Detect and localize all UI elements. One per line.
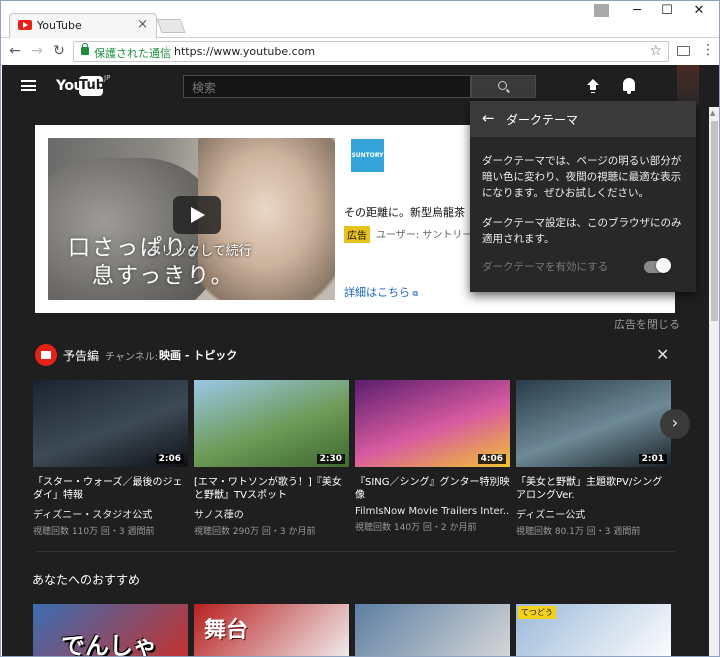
bookmark-star-icon[interactable]: ☆ (649, 43, 662, 59)
scrollbar[interactable]: ▲ (709, 107, 719, 656)
back-arrow-icon[interactable]: ← (482, 109, 495, 127)
guide-menu-icon[interactable] (21, 80, 36, 91)
youtube-page: You Tube JP 検索 口さっぱり。 息すっきり。 クリックして続行 SU… (2, 65, 719, 657)
ad-more-link[interactable]: 詳細はこちら ⧉ (344, 284, 418, 300)
avatar[interactable] (677, 65, 699, 105)
close-window-button[interactable]: ✕ (685, 3, 713, 21)
play-icon[interactable] (173, 196, 221, 234)
ad-user: ユーザー: サントリー公 (376, 230, 483, 241)
ad-title[interactable]: その距離に。新型烏龍茶 (344, 204, 465, 220)
search-icon (498, 81, 507, 90)
back-button[interactable]: ← (6, 42, 24, 60)
thumbnail-caption: でんしゃ (61, 632, 157, 657)
video-channel[interactable]: FilmIsNow Movie Trailers Inter... (355, 506, 510, 517)
shelf-channel-name[interactable]: 映画 - トピック (159, 347, 237, 363)
tab-close-icon[interactable]: × (137, 17, 148, 32)
popup-header: ← ダークテーマ (470, 101, 696, 137)
recommended-thumbnail[interactable]: 舞台 (194, 604, 349, 656)
logo-tube-text: Tube (79, 76, 114, 96)
new-tab-button[interactable] (156, 19, 186, 33)
secure-label: 保護された通信 (94, 47, 171, 60)
video-duration: 4:06 (477, 454, 506, 464)
dark-theme-popup: ← ダークテーマ ダークテーマでは、ページの明るい部分が暗い色に変わり、夜間の視… (470, 101, 696, 292)
tab-strip: YouTube × ─ ☐ ✕ (1, 1, 719, 38)
url-text[interactable]: https://www.youtube.com (174, 45, 315, 58)
tab-title: YouTube (37, 19, 82, 32)
video-thumbnail[interactable]: 2:06 (33, 380, 188, 467)
shelf-channel-label: チャンネル: (105, 352, 159, 363)
tab-youtube[interactable]: YouTube × (9, 13, 157, 38)
browser-toolbar: ← → ↻ 保護された通信 https://www.youtube.com ☆ … (1, 38, 719, 65)
recommended-thumbnail[interactable] (355, 604, 510, 656)
video-title[interactable]: 「スター・ウォーズ／最後のジェダイ」特報 (33, 476, 188, 502)
scrollbar-thumb[interactable] (711, 121, 718, 321)
browser-window: YouTube × ─ ☐ ✕ ← → ↻ 保護された通信 https://ww… (0, 0, 720, 657)
video-duration: 2:30 (316, 454, 345, 464)
address-bar[interactable]: 保護された通信 https://www.youtube.com ☆ (73, 41, 669, 62)
notifications-bell-icon[interactable] (623, 78, 635, 94)
video-title[interactable]: 『SING／シング』グンター特別映像 (355, 476, 510, 502)
clapperboard-icon[interactable] (35, 344, 57, 366)
video-card[interactable]: 2:30 [エマ・ワトソンが歌う！]『美女と野獣』TVスポット サノス葎の 視聴… (194, 380, 349, 537)
video-meta: 視聴回数 80.1万 回・3 週間前 (516, 527, 641, 537)
recommended-title: あなたへのおすすめ (32, 573, 141, 587)
video-channel[interactable]: サノス葎の (194, 506, 349, 521)
video-meta: 視聴回数 110万 回・3 週間前 (33, 527, 155, 537)
scroll-up-arrow-icon[interactable]: ▲ (710, 109, 715, 117)
thumbnail-caption: 舞台 (204, 618, 249, 643)
ad-brand-logo[interactable]: SUNTORY (351, 139, 384, 172)
search-input[interactable]: 検索 (183, 75, 471, 98)
shelf-close-icon[interactable]: ✕ (656, 345, 669, 364)
shelf-title[interactable]: 予告編 (63, 347, 99, 364)
ad-copy-line2: 息すっきり。 (92, 264, 235, 289)
forward-button[interactable]: → (28, 42, 46, 60)
external-link-icon: ⧉ (410, 289, 419, 298)
video-title[interactable]: 「美女と野獣」主題歌PV/シングアロングVer. (516, 476, 671, 502)
video-thumbnail[interactable]: 4:06 (355, 380, 510, 467)
close-ad-link[interactable]: 広告を閉じる (614, 316, 680, 332)
browser-menu-icon[interactable]: ⋮ (701, 42, 715, 58)
video-card[interactable]: 4:06 『SING／シング』グンター特別映像 FilmIsNow Movie … (355, 380, 510, 533)
section-divider (35, 551, 675, 552)
video-meta: 視聴回数 290万 回・3 か月前 (194, 527, 316, 537)
click-to-continue-label[interactable]: クリックして続行 (148, 240, 252, 259)
lock-icon (81, 43, 89, 55)
video-card[interactable]: 2:06 「スター・ウォーズ／最後のジェダイ」特報 ディズニー・スタジオ公式 視… (33, 380, 188, 537)
video-thumbnail[interactable]: 2:01 (516, 380, 671, 467)
maximize-button[interactable]: ☐ (653, 3, 681, 21)
cast-icon[interactable] (677, 46, 690, 56)
dark-theme-toggle-label: ダークテーマを有効にする (482, 261, 609, 273)
popup-description-browser: ダークテーマ設定は、このブラウザにのみ適用されます。 (482, 217, 682, 245)
video-title[interactable]: [エマ・ワトソンが歌う！]『美女と野獣』TVスポット (194, 476, 349, 502)
profile-icon[interactable] (594, 4, 609, 17)
logo-region: JP (104, 74, 111, 82)
video-duration: 2:06 (155, 454, 184, 464)
ad-video-thumbnail[interactable]: 口さっぱり。 息すっきり。 クリックして続行 (48, 138, 335, 300)
shelf-next-button[interactable]: › (660, 409, 690, 439)
ad-badge: 広告 (344, 226, 370, 243)
reload-button[interactable]: ↻ (50, 42, 68, 60)
recommended-thumbnail[interactable]: てつどう (516, 604, 671, 656)
youtube-favicon-icon (18, 20, 32, 30)
dark-theme-toggle-knob[interactable] (656, 258, 671, 273)
thumbnail-caption: てつどう (518, 606, 556, 619)
video-card[interactable]: 2:01 「美女と野獣」主題歌PV/シングアロングVer. ディズニー公式 視聴… (516, 380, 671, 537)
minimize-button[interactable]: ─ (623, 3, 651, 21)
upload-icon[interactable] (587, 79, 599, 93)
video-thumbnail[interactable]: 2:30 (194, 380, 349, 467)
video-channel[interactable]: ディズニー・スタジオ公式 (33, 506, 188, 521)
video-channel[interactable]: ディズニー公式 (516, 506, 671, 521)
video-duration: 2:01 (638, 454, 667, 464)
popup-description: ダークテーマでは、ページの明るい部分が暗い色に変わり、夜間の視聴に最適な表示にな… (482, 155, 682, 199)
video-meta: 視聴回数 140万 回・2 か月前 (355, 523, 477, 533)
recommended-thumbnail[interactable]: でんしゃ (33, 604, 188, 657)
search-button[interactable] (471, 75, 536, 98)
popup-title: ダークテーマ (506, 113, 579, 127)
url-separator (166, 46, 167, 58)
